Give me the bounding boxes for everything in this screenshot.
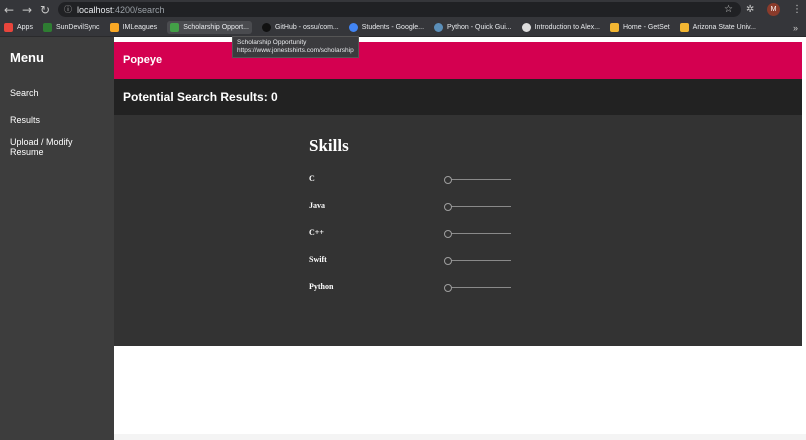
slider-track	[448, 260, 511, 261]
slider-track	[448, 206, 511, 207]
sidebar-item-search[interactable]: Search	[10, 88, 106, 98]
bookmarks-bar: Apps SunDevilSync IMLeagues Scholarship …	[0, 19, 806, 37]
browser-toolbar: ← → ↻ ⓘ localhost :4200/search ☆ ✲ M ⋮	[0, 0, 806, 19]
tooltip-url: https://www.jonestshirts.com/scholarship	[237, 47, 354, 54]
slider-thumb[interactable]	[444, 230, 452, 238]
skills-panel: Skills C Java C++ Swift Python	[114, 115, 802, 346]
slider-thumb[interactable]	[444, 176, 452, 184]
slider-track	[448, 179, 511, 180]
tooltip-title: Scholarship Opportunity	[237, 39, 307, 46]
results-bar: Potential Search Results: 0	[114, 79, 802, 115]
avatar[interactable]: M	[767, 3, 780, 16]
menu-title: Menu	[10, 50, 44, 65]
bookmark-google-students[interactable]: Students - Google...	[348, 23, 424, 32]
google-icon	[348, 23, 358, 32]
skill-name: C++	[309, 228, 324, 237]
bookmark-apps[interactable]: Apps	[4, 23, 33, 32]
skill-row: Java	[309, 201, 519, 213]
python-favicon	[434, 23, 444, 32]
skill-slider[interactable]	[444, 255, 512, 267]
skill-name: Python	[309, 282, 334, 291]
app-header: Popeye	[114, 42, 802, 79]
sundevilsync-favicon	[42, 23, 52, 32]
sidebar: Menu Search Results Upload / Modify Resu…	[0, 37, 114, 440]
slider-track	[448, 287, 511, 288]
slider-thumb[interactable]	[444, 203, 452, 211]
bookmark-imleagues[interactable]: IMLeagues	[109, 23, 157, 32]
site-info-icon[interactable]: ⓘ	[64, 4, 72, 15]
back-icon[interactable]: ←	[0, 0, 18, 19]
skill-row: Python	[309, 282, 519, 294]
imleagues-favicon	[109, 23, 119, 32]
slider-thumb[interactable]	[444, 284, 452, 292]
more-bookmarks-icon[interactable]: »	[793, 19, 798, 37]
results-count: Potential Search Results: 0	[123, 90, 278, 104]
skill-name: Java	[309, 201, 325, 210]
bookmark-intro-alex[interactable]: Introduction to Alex...	[521, 23, 600, 32]
sidebar-item-results[interactable]: Results	[10, 115, 106, 125]
apps-grid-icon	[4, 23, 13, 32]
skills-title: Skills	[309, 136, 349, 155]
github-icon	[261, 23, 271, 32]
slider-track	[448, 233, 511, 234]
bookmark-getset[interactable]: Home - GetSet	[609, 23, 670, 32]
forward-icon[interactable]: →	[18, 0, 36, 19]
bookmark-github[interactable]: GitHub - ossu/com...	[261, 23, 339, 32]
bookmark-tooltip: Scholarship Opportunity https://www.jone…	[232, 36, 359, 58]
skill-slider[interactable]	[444, 282, 512, 294]
page-bottom	[114, 434, 806, 440]
app-title: Popeye	[123, 54, 163, 66]
browser-menu-icon[interactable]: ⋮	[792, 0, 802, 19]
skill-name: C	[309, 174, 315, 183]
sidebar-item-upload-resume[interactable]: Upload / Modify Resume	[10, 137, 106, 157]
reload-icon[interactable]: ↻	[36, 0, 54, 19]
bookmark-asu[interactable]: Arizona State Univ...	[679, 23, 756, 32]
skill-slider[interactable]	[444, 228, 512, 240]
address-bar[interactable]: ⓘ localhost :4200/search ☆	[58, 2, 741, 17]
skill-name: Swift	[309, 255, 327, 264]
skill-row: C	[309, 174, 519, 186]
skill-slider[interactable]	[444, 201, 512, 213]
globe-icon	[521, 23, 531, 32]
url-host: localhost	[77, 4, 113, 15]
slider-thumb[interactable]	[444, 257, 452, 265]
url-path: :4200/search	[112, 4, 165, 15]
bookmark-sundevilsync[interactable]: SunDevilSync	[42, 23, 100, 32]
bookmark-python[interactable]: Python - Quick Gui...	[434, 23, 512, 32]
scholarship-favicon	[170, 23, 180, 32]
bookmark-star-icon[interactable]: ☆	[724, 2, 733, 17]
getset-favicon	[609, 23, 619, 32]
asu-favicon	[679, 23, 689, 32]
skill-row: C++	[309, 228, 519, 240]
skill-row: Swift	[309, 255, 519, 267]
bookmark-scholarship[interactable]: Scholarship Opport...	[167, 21, 252, 34]
extension-icon[interactable]: ✲	[746, 0, 754, 19]
skill-slider[interactable]	[444, 174, 512, 186]
